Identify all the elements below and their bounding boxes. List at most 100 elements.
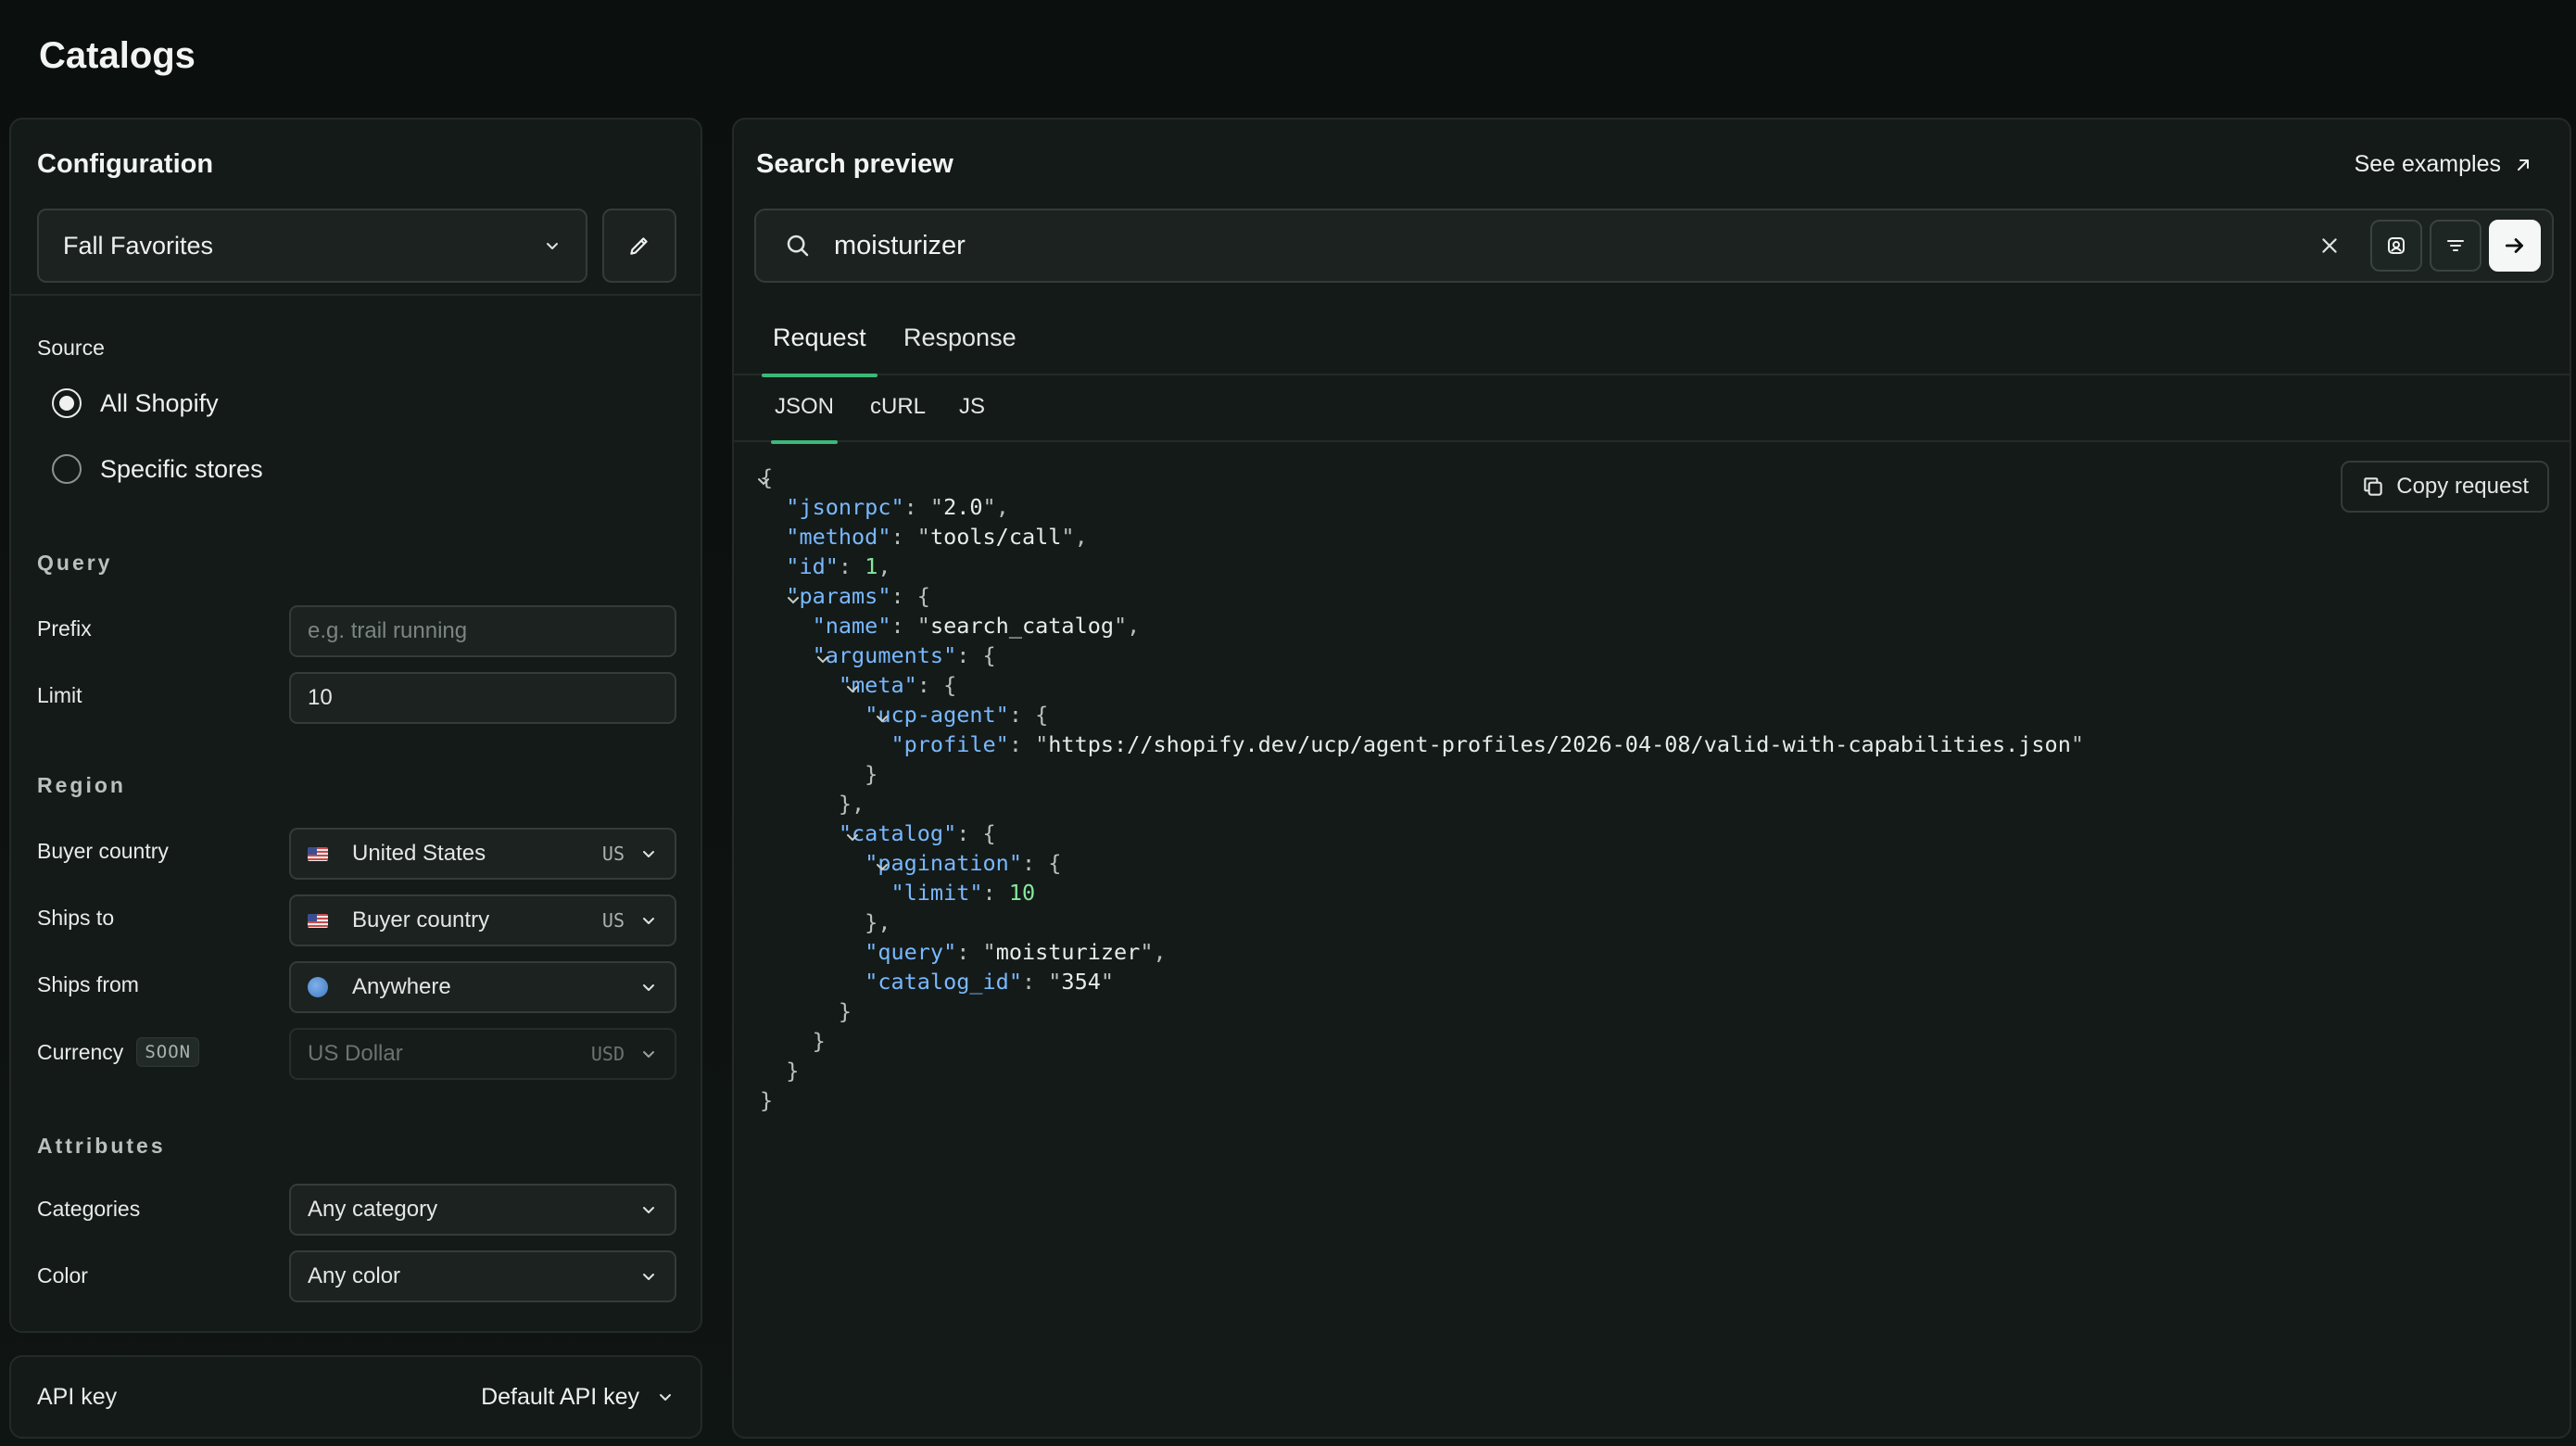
search-bar[interactable]: moisturizer: [754, 209, 2554, 283]
buyer-country-code: US: [601, 843, 625, 865]
code-line: }: [760, 1028, 826, 1054]
query-heading: Query: [37, 551, 113, 575]
id-value: 1: [865, 553, 878, 579]
ships-to-label: Ships to: [37, 906, 115, 930]
soon-badge: SOON: [136, 1037, 200, 1067]
categories-label: Categories: [37, 1197, 141, 1221]
query-value: moisturizer: [995, 939, 1141, 965]
pencil-icon: [627, 234, 651, 258]
search-input[interactable]: moisturizer: [834, 231, 2307, 261]
code-line: "method": "tools/call",: [786, 524, 1088, 550]
search-preview-panel: Search preview See examples moisturizer: [732, 118, 2571, 1439]
code-line: "id": 1,: [786, 553, 891, 579]
region-heading: Region: [37, 773, 126, 797]
catalog-select[interactable]: Fall Favorites: [37, 209, 587, 283]
us-flag-icon: [308, 913, 328, 928]
collapse-toggle-icon[interactable]: [873, 705, 891, 724]
attributes-heading: Attributes: [37, 1134, 166, 1158]
limit-field[interactable]: 10: [289, 672, 676, 724]
ships-to-select[interactable]: Buyer country US: [289, 894, 676, 946]
code-line: "catalog_id": "354": [865, 969, 1115, 995]
prefix-field[interactable]: [289, 605, 676, 657]
see-examples-label: See examples: [2354, 151, 2501, 177]
chevron-down-icon: [639, 1267, 658, 1286]
ships-from-select[interactable]: Anywhere: [289, 961, 676, 1013]
filter-icon: [2444, 235, 2467, 257]
globe-icon: [308, 977, 328, 997]
prefix-label: Prefix: [37, 616, 92, 641]
collapse-toggle-icon[interactable]: [843, 824, 862, 843]
tab-json[interactable]: JSON: [770, 394, 839, 444]
limit-value: 10: [1008, 880, 1036, 906]
submit-search-button[interactable]: [2489, 220, 2541, 272]
profile-value: https://shopify.dev/ucp/agent-profiles/2…: [1048, 731, 2071, 757]
chevron-down-icon: [639, 844, 658, 863]
collapse-toggle-icon[interactable]: [784, 587, 802, 605]
filter-button[interactable]: [2430, 220, 2481, 272]
search-icon: [784, 232, 812, 260]
radio-checked-icon[interactable]: [52, 388, 82, 418]
search-preview-title: Search preview: [756, 149, 953, 179]
ships-to-value: Buyer country: [352, 907, 490, 932]
buyer-country-label: Buyer country: [37, 839, 169, 863]
ships-from-value: Anywhere: [352, 974, 451, 999]
currency-code: USD: [590, 1043, 625, 1065]
code-line: "catalog": {: [838, 820, 996, 846]
api-key-panel[interactable]: API key Default API key: [9, 1355, 702, 1439]
code-line: "params": {: [760, 581, 2514, 611]
tab-js[interactable]: JS: [959, 394, 985, 442]
tab-request[interactable]: Request: [762, 316, 878, 377]
catalog-id-value: 354: [1061, 969, 1101, 995]
collapse-toggle-icon[interactable]: [754, 468, 773, 487]
catalog-select-value: Fall Favorites: [63, 231, 214, 260]
chevron-down-icon: [639, 1045, 658, 1063]
categories-select[interactable]: Any category: [289, 1184, 676, 1236]
arrow-right-icon: [2503, 234, 2527, 258]
currency-label: Currency: [37, 1039, 124, 1064]
buyer-country-select[interactable]: United States US: [289, 828, 676, 880]
code-line: "ucp-agent": {: [865, 702, 1049, 728]
request-json-viewer: { "jsonrpc": "2.0", "method": "tools/cal…: [758, 463, 2514, 1115]
code-line: "arguments": {: [812, 642, 996, 668]
collapse-toggle-icon[interactable]: [843, 676, 862, 694]
code-line: }: [760, 1058, 800, 1084]
format-tabs: JSON cURL JS: [734, 394, 2570, 444]
color-select[interactable]: Any color: [289, 1250, 676, 1302]
chevron-down-icon: [639, 978, 658, 996]
code-line: "profile": "https://shopify.dev/ucp/agen…: [890, 731, 2084, 757]
code-line: },: [760, 791, 865, 817]
code-line: "meta": {: [838, 672, 957, 698]
image-search-icon: [2385, 235, 2407, 257]
chevron-down-icon[interactable]: [656, 1388, 675, 1406]
code-line: "name": "search_catalog",: [812, 613, 1141, 639]
edit-catalog-button[interactable]: [602, 209, 676, 283]
ships-to-code: US: [601, 909, 625, 932]
collapse-toggle-icon[interactable]: [873, 854, 891, 872]
close-icon[interactable]: [2307, 223, 2352, 268]
code-line: "jsonrpc": "2.0",: [786, 494, 1009, 520]
tab-curl[interactable]: cURL: [870, 394, 926, 442]
source-option-specific-stores[interactable]: Specific stores: [52, 454, 263, 484]
api-key-label: API key: [37, 1383, 118, 1410]
configuration-header: Configuration Fall Favorites: [11, 120, 701, 296]
arrow-up-right-icon: [2514, 156, 2532, 174]
limit-input[interactable]: 10: [308, 685, 658, 711]
code-line: },: [760, 909, 891, 935]
scroll-edge: [11, 1305, 701, 1331]
radio-unchecked-icon[interactable]: [52, 454, 82, 484]
configuration-title: Configuration: [37, 149, 214, 179]
collapse-toggle-icon[interactable]: [814, 646, 832, 665]
see-examples-link[interactable]: See examples: [2355, 151, 2532, 178]
limit-label: Limit: [37, 683, 82, 707]
currency-select: US Dollar USD: [289, 1028, 676, 1080]
tab-response[interactable]: Response: [903, 316, 1017, 375]
source-option-label: Specific stores: [100, 454, 263, 483]
name-value: search_catalog: [929, 613, 1115, 639]
code-line: "query": "moisturizer",: [865, 939, 1167, 965]
code-line: "pagination": {: [865, 850, 1062, 876]
api-key-value[interactable]: Default API key: [481, 1384, 639, 1411]
source-option-all-shopify[interactable]: All Shopify: [52, 388, 219, 418]
prefix-input[interactable]: [308, 618, 658, 644]
image-search-button[interactable]: [2370, 220, 2422, 272]
page-title: Catalogs: [39, 35, 196, 76]
